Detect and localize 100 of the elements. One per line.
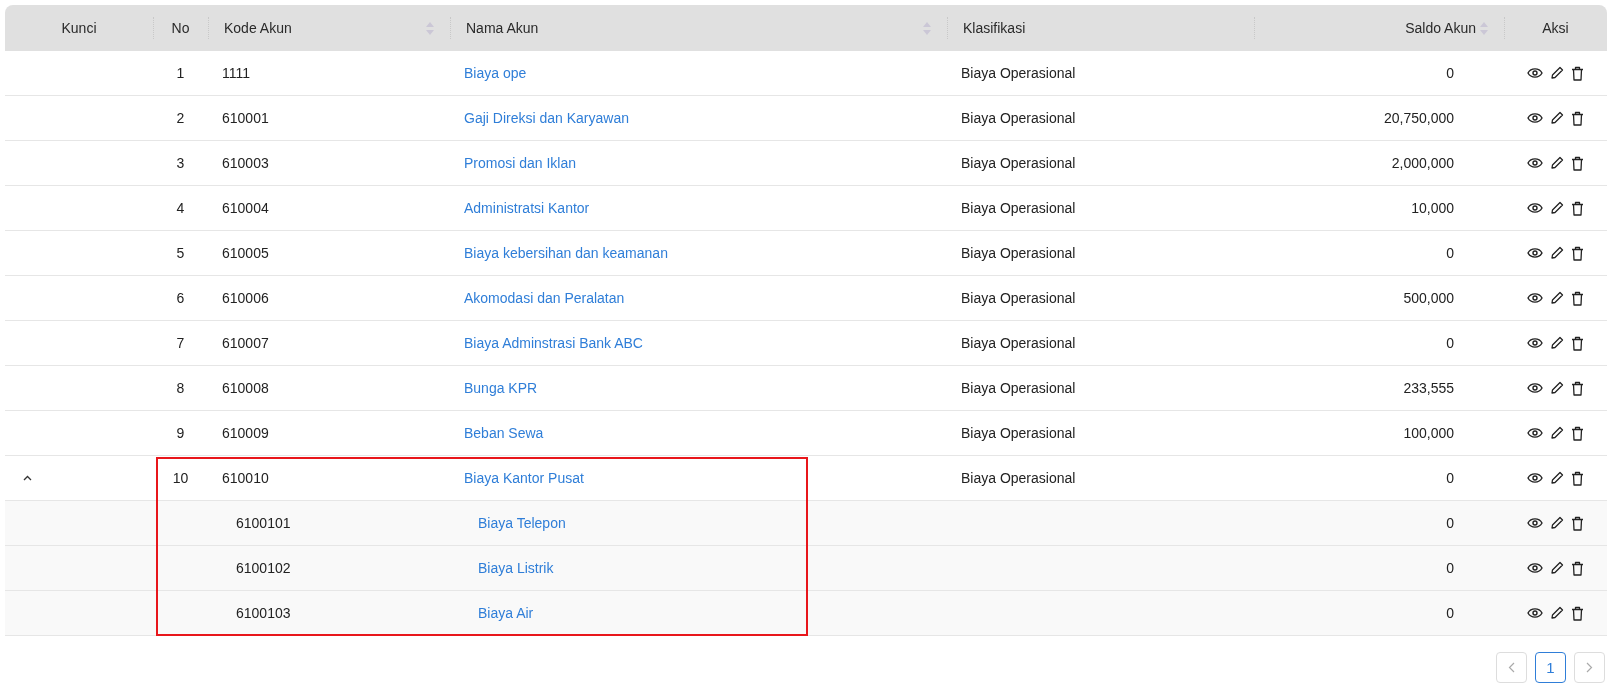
account-name-link[interactable]: Biaya Air: [478, 605, 534, 621]
view-icon[interactable]: [1527, 472, 1543, 484]
view-icon[interactable]: [1527, 202, 1543, 214]
classification-text: Biaya Operasional: [961, 290, 1076, 306]
column-header: No: [171, 20, 190, 36]
edit-icon[interactable]: [1550, 111, 1564, 125]
account-code: 6100102: [236, 560, 291, 576]
view-icon[interactable]: [1527, 517, 1543, 529]
edit-icon[interactable]: [1550, 426, 1564, 440]
balance-amount: 0: [1446, 560, 1454, 576]
view-icon[interactable]: [1527, 607, 1543, 619]
classification-text: Biaya Operasional: [961, 245, 1076, 261]
chevron-left-icon: [1508, 662, 1515, 673]
delete-icon[interactable]: [1571, 155, 1584, 171]
column-header: Klasifikasi: [963, 20, 1026, 36]
row-number: 3: [176, 155, 185, 171]
edit-icon[interactable]: [1550, 246, 1564, 260]
row-number: 6: [176, 290, 185, 306]
view-icon[interactable]: [1527, 382, 1543, 394]
view-icon[interactable]: [1527, 292, 1543, 304]
row-number: 7: [176, 335, 185, 351]
column-header: Nama Akun: [466, 20, 539, 36]
classification-text: Biaya Operasional: [961, 335, 1076, 351]
balance-amount: 0: [1446, 335, 1454, 351]
row-number: 8: [176, 380, 185, 396]
account-name-link[interactable]: Promosi dan Iklan: [464, 155, 577, 171]
column-header: Kode Akun: [224, 20, 292, 36]
delete-icon[interactable]: [1571, 65, 1584, 81]
balance-amount: 0: [1446, 245, 1454, 261]
balance-amount: 2,000,000: [1391, 155, 1454, 171]
account-code: 610001: [222, 110, 269, 126]
edit-icon[interactable]: [1550, 201, 1564, 215]
column-header: Kunci: [61, 20, 97, 36]
classification-text: Biaya Operasional: [961, 200, 1076, 216]
balance-amount: 100,000: [1403, 425, 1454, 441]
edit-icon[interactable]: [1550, 516, 1564, 530]
account-name-link[interactable]: Gaji Direksi dan Karyawan: [464, 110, 629, 126]
account-code: 610007: [222, 335, 269, 351]
view-icon[interactable]: [1527, 562, 1543, 574]
view-icon[interactable]: [1527, 427, 1543, 439]
delete-icon[interactable]: [1571, 515, 1584, 531]
account-name-link[interactable]: Biaya Listrik: [478, 560, 554, 576]
view-icon[interactable]: [1527, 67, 1543, 79]
account-code: 610005: [222, 245, 269, 261]
page-button[interactable]: 1: [1535, 652, 1566, 683]
collapse-caret-icon[interactable]: [23, 475, 32, 481]
delete-icon[interactable]: [1571, 560, 1584, 576]
account-name-link[interactable]: Administratsi Kantor: [464, 200, 590, 216]
delete-icon[interactable]: [1571, 425, 1584, 441]
account-code: 610010: [222, 470, 269, 486]
view-icon[interactable]: [1527, 337, 1543, 349]
view-icon[interactable]: [1527, 112, 1543, 124]
account-code: 610008: [222, 380, 269, 396]
delete-icon[interactable]: [1571, 380, 1584, 396]
classification-text: Biaya Operasional: [961, 425, 1076, 441]
view-icon[interactable]: [1527, 247, 1543, 259]
edit-icon[interactable]: [1550, 561, 1564, 575]
delete-icon[interactable]: [1571, 290, 1584, 306]
column-header: Saldo Akun: [1405, 20, 1476, 36]
account-code: 6100101: [236, 515, 291, 531]
column-header: Aksi: [1542, 20, 1569, 36]
delete-icon[interactable]: [1571, 470, 1584, 486]
account-name-link[interactable]: Biaya ope: [464, 65, 527, 81]
account-code: 610006: [222, 290, 269, 306]
delete-icon[interactable]: [1571, 335, 1584, 351]
account-name-link[interactable]: Beban Sewa: [464, 425, 544, 441]
account-code: 610004: [222, 200, 269, 216]
balance-amount: 0: [1446, 515, 1454, 531]
balance-amount: 10,000: [1411, 200, 1454, 216]
row-number: 10: [172, 470, 189, 486]
account-code: 610003: [222, 155, 269, 171]
row-number: 9: [176, 425, 185, 441]
account-name-link[interactable]: Biaya Telepon: [478, 515, 566, 531]
account-code: 1111: [222, 65, 251, 81]
edit-icon[interactable]: [1550, 336, 1564, 350]
classification-text: Biaya Operasional: [961, 380, 1076, 396]
account-code: 610009: [222, 425, 269, 441]
account-name-link[interactable]: Biaya Kantor Pusat: [464, 470, 584, 486]
edit-icon[interactable]: [1550, 606, 1564, 620]
account-name-link[interactable]: Biaya Adminstrasi Bank ABC: [464, 335, 643, 351]
edit-icon[interactable]: [1550, 156, 1564, 170]
account-name-link[interactable]: Akomodasi dan Peralatan: [464, 290, 625, 306]
balance-amount: 0: [1446, 65, 1454, 81]
delete-icon[interactable]: [1571, 110, 1584, 126]
classification-text: Biaya Operasional: [961, 470, 1076, 486]
edit-icon[interactable]: [1550, 66, 1564, 80]
balance-amount: 0: [1446, 470, 1454, 486]
account-name-link[interactable]: Bunga KPR: [464, 380, 538, 396]
delete-icon[interactable]: [1571, 200, 1584, 216]
account-name-link[interactable]: Biaya kebersihan dan keamanan: [464, 245, 668, 261]
edit-icon[interactable]: [1550, 291, 1564, 305]
edit-icon[interactable]: [1550, 471, 1564, 485]
classification-text: Biaya Operasional: [961, 65, 1076, 81]
delete-icon[interactable]: [1571, 605, 1584, 621]
row-number: 1: [176, 65, 185, 81]
edit-icon[interactable]: [1550, 381, 1564, 395]
delete-icon[interactable]: [1571, 245, 1584, 261]
view-icon[interactable]: [1527, 157, 1543, 169]
balance-amount: 20,750,000: [1383, 110, 1454, 126]
row-number: 5: [176, 245, 185, 261]
